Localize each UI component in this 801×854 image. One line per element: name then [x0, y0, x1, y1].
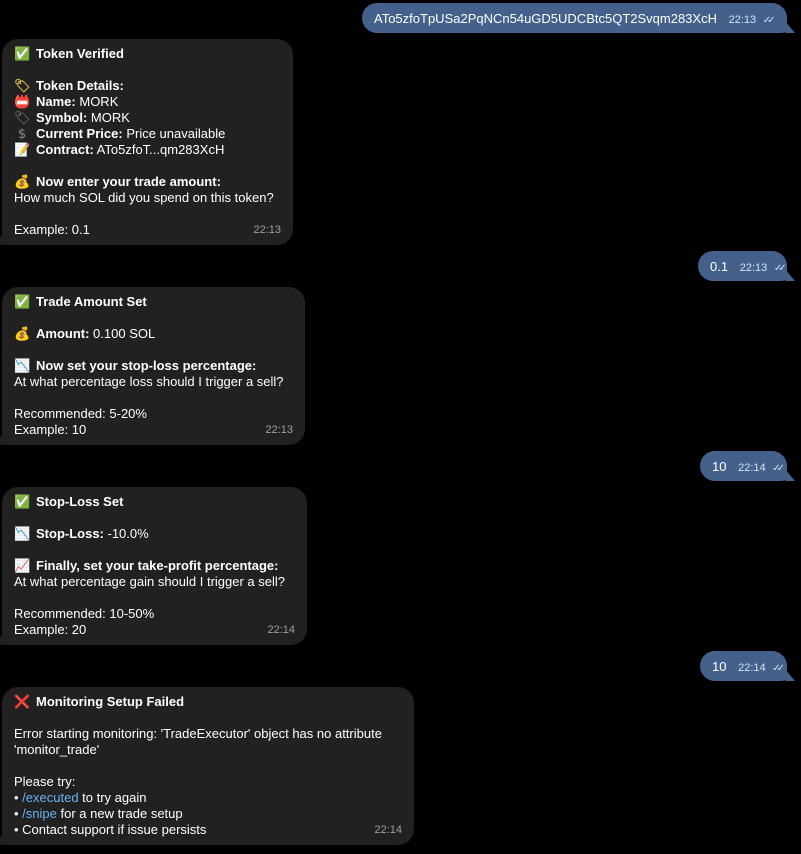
- symbol-label: Symbol:: [36, 110, 88, 125]
- read-checkmarks-icon: ✓✓: [772, 463, 785, 474]
- message-text: 0.1: [710, 259, 729, 274]
- token-details-heading: Token Details:: [36, 78, 124, 93]
- stop-loss-label: Stop-Loss:: [36, 526, 104, 541]
- cross-mark-icon: ❌: [14, 695, 31, 710]
- message-time: 22:13: [739, 262, 768, 274]
- symbol-tag-icon: 🏷: [14, 111, 31, 126]
- take-profit-question: At what percentage gain should I trigger…: [14, 574, 286, 589]
- message-title: Stop-Loss Set: [36, 494, 124, 509]
- chart-increasing-icon: 📈: [14, 559, 31, 574]
- contract-value: ATo5zfoT...qm283XcH: [93, 142, 225, 157]
- dollar-icon: $: [17, 127, 27, 142]
- message-title: Token Verified: [36, 46, 124, 61]
- bullet: •: [14, 790, 23, 805]
- executed-command-text: to try again: [78, 790, 147, 805]
- message-text: 10: [712, 659, 727, 674]
- message-time: 22:14: [374, 824, 402, 836]
- outgoing-message-stop-loss[interactable]: 10 22:14 ✓✓: [700, 451, 787, 481]
- snipe-command-link[interactable]: /snipe: [22, 806, 57, 821]
- read-checkmarks-icon: ✓✓: [762, 15, 776, 26]
- check-mark-icon: ✅: [14, 47, 31, 62]
- memo-icon: 📝: [14, 143, 31, 158]
- price-value: Price unavailable: [122, 126, 226, 141]
- incoming-message-stop-loss-set[interactable]: ✅ Stop-Loss Set 📉 Stop-Loss: -10.0% 📈 Final…: [2, 487, 307, 645]
- stop-loss-question: At what percentage loss should I trigger…: [14, 374, 284, 389]
- message-time: 22:13: [265, 424, 293, 436]
- check-mark-icon: ✅: [14, 495, 31, 510]
- message-title: Monitoring Setup Failed: [36, 694, 185, 709]
- recommended-text: Recommended: 10-50%: [14, 606, 155, 621]
- stop-loss-value: -10.0%: [103, 526, 149, 541]
- chart-decreasing-icon: 📉: [14, 359, 31, 374]
- name-label: Name:: [36, 94, 76, 109]
- message-time: 22:14: [738, 462, 766, 474]
- snipe-command-text: for a new trade setup: [56, 806, 183, 821]
- example-text: Example: 10: [14, 422, 87, 437]
- amount-value: 0.100 SOL: [89, 326, 156, 341]
- incoming-message-monitoring-failed[interactable]: ❌ Monitoring Setup Failed Error starting …: [2, 687, 414, 845]
- take-profit-prompt: Finally, set your take-profit percentage…: [36, 558, 279, 573]
- price-label: Current Price:: [36, 126, 123, 141]
- name-value: MORK: [75, 94, 119, 109]
- read-checkmarks-icon: ✓✓: [773, 263, 787, 274]
- contract-label: Contract:: [36, 142, 94, 157]
- chart-decreasing-icon: 📉: [14, 527, 31, 542]
- money-bag-icon: 💰: [14, 175, 31, 190]
- message-text: 10: [712, 459, 727, 474]
- executed-command-link[interactable]: /executed: [22, 790, 78, 805]
- message-text: ATo5zfoTpUSa2PqNCn54uGD5UDCBtc5QT2Svqm28…: [374, 11, 717, 26]
- amount-prompt: Now enter your trade amount:: [36, 174, 221, 189]
- label-tag-icon: 🏷: [14, 79, 31, 94]
- read-checkmarks-icon: ✓✓: [772, 663, 785, 674]
- support-text: Contact support if issue persists: [22, 822, 207, 837]
- symbol-value: MORK: [87, 110, 130, 125]
- amount-question: How much SOL did you spend on this token…: [14, 190, 274, 205]
- stop-loss-prompt: Now set your stop-loss percentage:: [36, 358, 257, 373]
- check-mark-icon: ✅: [14, 295, 31, 310]
- message-time: 22:13: [728, 14, 757, 26]
- incoming-message-token-verified[interactable]: ✅ Token Verified 🏷 Token Details: 📛 Name: M…: [2, 39, 293, 245]
- outgoing-message-contract[interactable]: ATo5zfoTpUSa2PqNCn54uGD5UDCBtc5QT2Svqm28…: [362, 3, 787, 33]
- error-text-line-1: Error starting monitoring: 'TradeExecuto…: [14, 726, 382, 741]
- message-title: Trade Amount Set: [36, 294, 147, 309]
- bullet: •: [14, 806, 23, 821]
- please-try-label: Please try:: [14, 774, 76, 789]
- outgoing-message-take-profit[interactable]: 10 22:14 ✓✓: [700, 651, 787, 681]
- name-badge-icon: 📛: [14, 95, 31, 110]
- outgoing-message-amount[interactable]: 0.1 22:13 ✓✓: [698, 251, 787, 281]
- message-time: 22:13: [253, 224, 281, 236]
- example-text: Example: 0.1: [14, 222, 90, 237]
- recommended-text: Recommended: 5-20%: [14, 406, 147, 421]
- example-text: Example: 20: [14, 622, 87, 637]
- money-bag-icon: 💰: [14, 327, 31, 342]
- incoming-message-trade-amount-set[interactable]: ✅ Trade Amount Set 💰 Amount: 0.100 SOL 📉 No…: [2, 287, 305, 445]
- message-time: 22:14: [738, 662, 766, 674]
- bullet: •: [14, 822, 23, 837]
- message-time: 22:14: [267, 624, 295, 636]
- amount-label: Amount:: [36, 326, 90, 341]
- error-text-line-2: 'monitor_trade': [14, 742, 100, 757]
